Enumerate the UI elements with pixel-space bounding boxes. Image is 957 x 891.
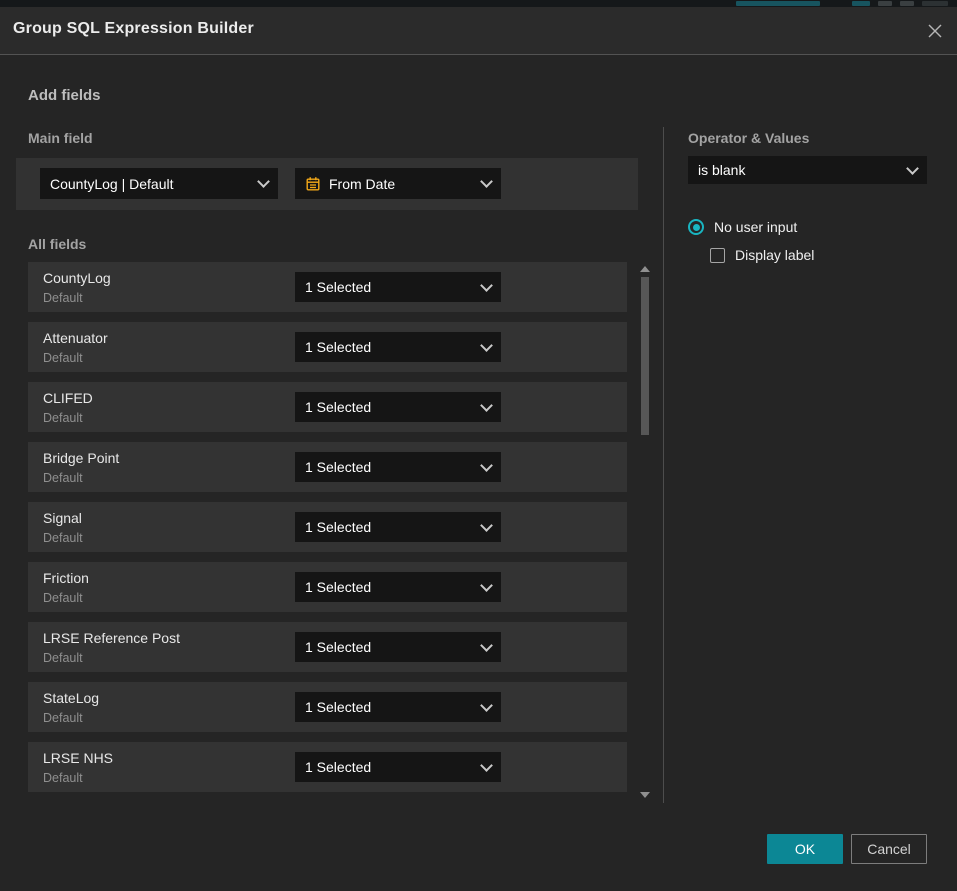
display-label-text: Display label: [735, 247, 814, 263]
field-subtitle: Default: [43, 411, 83, 425]
operator-dropdown-value: is blank: [698, 162, 908, 178]
field-selection-value: 1 Selected: [305, 279, 482, 295]
field-selection-dropdown[interactable]: 1 Selected: [295, 332, 501, 362]
field-row-clifed: CLIFED Default 1 Selected: [28, 382, 627, 432]
field-subtitle: Default: [43, 531, 83, 545]
scrollbar-up-icon[interactable]: [640, 266, 650, 272]
field-subtitle: Default: [43, 771, 83, 785]
ok-button[interactable]: OK: [767, 834, 843, 864]
scrollbar-thumb[interactable]: [641, 277, 649, 435]
field-selection-value: 1 Selected: [305, 519, 482, 535]
field-name: LRSE Reference Post: [43, 630, 180, 646]
chevron-down-icon: [480, 699, 493, 712]
display-label-checkbox[interactable]: Display label: [710, 247, 814, 263]
obscured-toolbar-icon: [900, 1, 914, 6]
field-selection-value: 1 Selected: [305, 639, 482, 655]
obscured-live-view-button: [736, 1, 820, 6]
field-subtitle: Default: [43, 291, 83, 305]
field-selection-value: 1 Selected: [305, 339, 482, 355]
field-subtitle: Default: [43, 351, 83, 365]
main-layer-dropdown-value: CountyLog | Default: [50, 176, 259, 192]
chevron-down-icon: [480, 519, 493, 532]
field-row-lrse-reference-post: LRSE Reference Post Default 1 Selected: [28, 622, 627, 672]
radio-selected-icon: [688, 219, 704, 235]
main-layer-dropdown[interactable]: CountyLog | Default: [40, 168, 278, 199]
operator-dropdown[interactable]: is blank: [688, 156, 927, 184]
chevron-down-icon: [480, 339, 493, 352]
field-selection-dropdown[interactable]: 1 Selected: [295, 512, 501, 542]
obscured-toolbar-icon: [922, 1, 948, 6]
field-selection-dropdown[interactable]: 1 Selected: [295, 752, 501, 782]
field-selection-dropdown[interactable]: 1 Selected: [295, 572, 501, 602]
obscured-toolbar-icon: [878, 1, 892, 6]
field-name: Bridge Point: [43, 450, 119, 466]
field-subtitle: Default: [43, 651, 83, 665]
close-icon[interactable]: [926, 22, 944, 40]
field-row-statelog: StateLog Default 1 Selected: [28, 682, 627, 732]
field-row-attenuator: Attenuator Default 1 Selected: [28, 322, 627, 372]
checkbox-unchecked-icon: [710, 248, 725, 263]
field-name: Attenuator: [43, 330, 108, 346]
field-subtitle: Default: [43, 471, 83, 485]
field-name: CLIFED: [43, 390, 93, 406]
field-row-lrse-nhs: LRSE NHS Default 1 Selected: [28, 742, 627, 792]
chevron-down-icon: [480, 579, 493, 592]
field-selection-dropdown[interactable]: 1 Selected: [295, 692, 501, 722]
field-name: Signal: [43, 510, 82, 526]
field-name: LRSE NHS: [43, 750, 113, 766]
field-selection-dropdown[interactable]: 1 Selected: [295, 632, 501, 662]
field-name: CountyLog: [43, 270, 111, 286]
field-name: StateLog: [43, 690, 99, 706]
chevron-down-icon: [480, 399, 493, 412]
all-fields-label: All fields: [28, 236, 86, 252]
main-field-dropdown[interactable]: From Date: [295, 168, 501, 199]
operator-values-label: Operator & Values: [688, 130, 809, 146]
chevron-down-icon: [257, 175, 270, 188]
field-row-signal: Signal Default 1 Selected: [28, 502, 627, 552]
dialog-header: Group SQL Expression Builder: [0, 7, 957, 55]
main-field-label: Main field: [28, 130, 93, 146]
field-selection-value: 1 Selected: [305, 459, 482, 475]
obscured-toolbar-icon: [852, 1, 870, 6]
main-field-dropdown-value: From Date: [329, 176, 474, 192]
add-fields-heading: Add fields: [28, 87, 101, 104]
no-user-input-label: No user input: [714, 219, 797, 235]
chevron-down-icon: [480, 279, 493, 292]
chevron-down-icon: [480, 759, 493, 772]
field-selection-value: 1 Selected: [305, 399, 482, 415]
field-selection-dropdown[interactable]: 1 Selected: [295, 272, 501, 302]
field-row-countylog: CountyLog Default 1 Selected: [28, 262, 627, 312]
field-name: Friction: [43, 570, 89, 586]
obscured-background-toolbar: [0, 0, 957, 7]
field-selection-value: 1 Selected: [305, 579, 482, 595]
scrollbar-down-icon[interactable]: [640, 792, 650, 798]
chevron-down-icon: [480, 175, 493, 188]
field-row-bridge-point: Bridge Point Default 1 Selected: [28, 442, 627, 492]
no-user-input-radio[interactable]: No user input: [688, 219, 797, 235]
field-selection-value: 1 Selected: [305, 759, 482, 775]
main-field-panel: CountyLog | Default From Date: [16, 158, 638, 210]
field-selection-dropdown[interactable]: 1 Selected: [295, 392, 501, 422]
dialog-title: Group SQL Expression Builder: [13, 20, 254, 38]
field-selection-value: 1 Selected: [305, 699, 482, 715]
cancel-button[interactable]: Cancel: [851, 834, 927, 864]
panel-divider: [663, 127, 664, 803]
field-row-friction: Friction Default 1 Selected: [28, 562, 627, 612]
chevron-down-icon: [480, 639, 493, 652]
chevron-down-icon: [906, 162, 919, 175]
calendar-icon: [305, 176, 321, 192]
chevron-down-icon: [480, 459, 493, 472]
field-subtitle: Default: [43, 711, 83, 725]
field-selection-dropdown[interactable]: 1 Selected: [295, 452, 501, 482]
field-subtitle: Default: [43, 591, 83, 605]
